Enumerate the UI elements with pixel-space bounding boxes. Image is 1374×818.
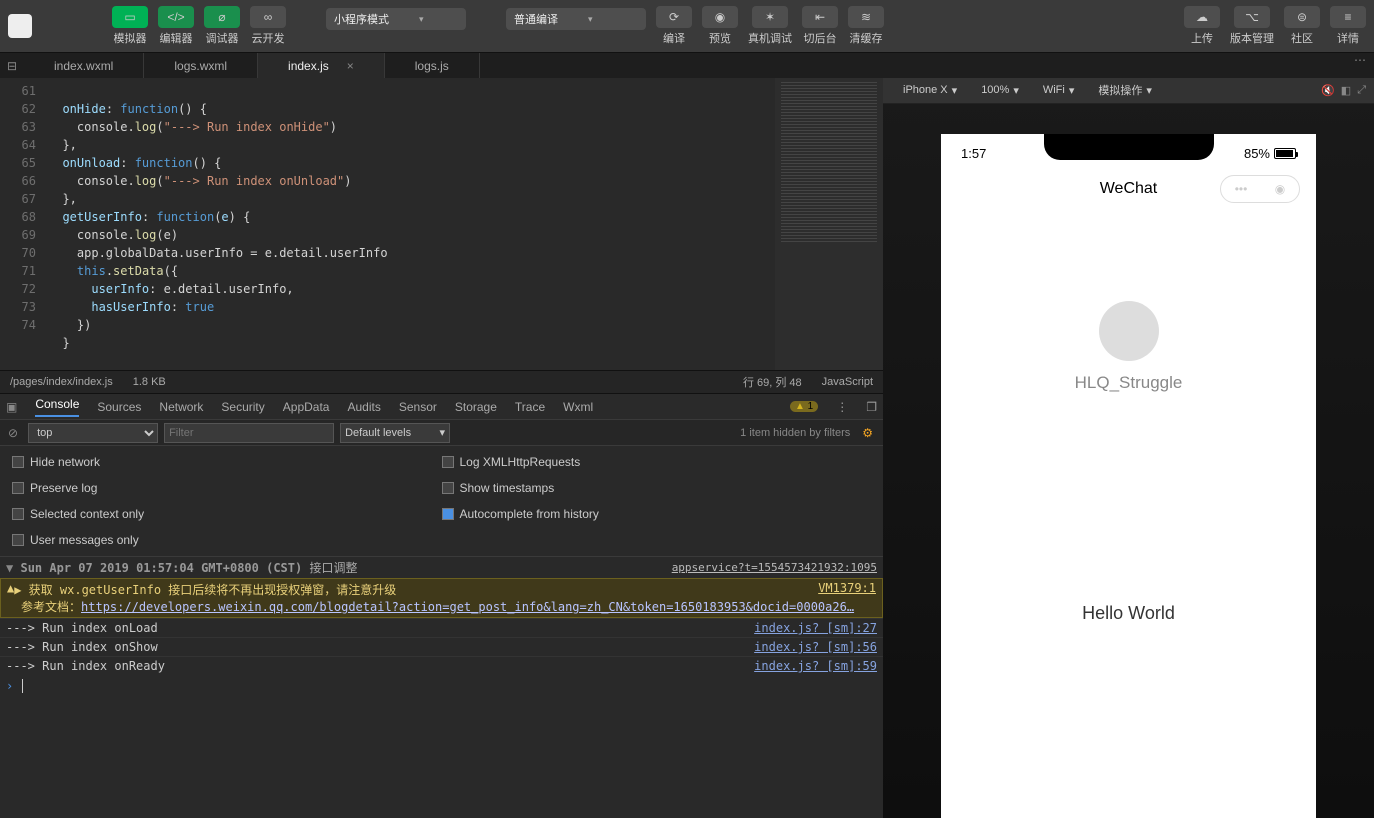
log-source-link[interactable]: index.js? [sm]:59 [754,659,877,673]
cb-selected-context[interactable] [12,508,24,520]
tab-index-js[interactable]: index.js× [258,53,385,78]
background-button[interactable]: ⇤切后台 [802,6,838,46]
app-icon [8,14,32,38]
capsule-close-icon[interactable]: ◉ [1275,182,1285,196]
file-language: JavaScript [822,376,873,388]
minimap[interactable] [775,78,883,370]
devtab-network[interactable]: Network [159,400,203,414]
console-output[interactable]: ▼ Sun Apr 07 2019 01:57:04 GMT+0800 (CST… [0,556,883,818]
filter-input[interactable] [164,423,334,443]
warn-doc-link[interactable]: https://developers.weixin.qq.com/blogdet… [81,600,854,614]
device-select[interactable]: iPhone X▾ [891,84,969,97]
devtab-trace[interactable]: Trace [515,400,545,414]
upload-button[interactable]: ☁上传 [1184,6,1220,46]
debugger-button[interactable]: ⌀调试器 [204,6,240,46]
levels-select[interactable]: Default levels▾ [340,423,450,443]
devtools-dock-icon[interactable]: ❐ [866,400,877,414]
devtab-console[interactable]: Console [35,397,79,417]
console-warning: ▲ ▶ 获取 wx.getUserInfo 接口后续将不再出现授权弹窗，请注意升… [0,578,883,618]
devtools-more-icon[interactable]: ⋮ [836,400,848,414]
simulator-screen[interactable]: 1:57 85% WeChat ••• ◉ HLQ_Struggle Hello … [941,134,1316,818]
zoom-select[interactable]: 100%▾ [969,84,1031,97]
warning-badge[interactable]: ▲ 1 [790,401,818,412]
cb-user-messages[interactable] [12,534,24,546]
devtab-audits[interactable]: Audits [347,400,380,414]
tab-logs-js[interactable]: logs.js [385,53,480,78]
clear-cache-button[interactable]: ≋清缓存 [848,6,884,46]
version-button[interactable]: ⌥版本管理 [1230,6,1274,46]
clear-console-icon[interactable]: ⊘ [4,426,22,440]
network-select[interactable]: WiFi▾ [1031,84,1087,97]
console-group[interactable]: ▼ Sun Apr 07 2019 01:57:04 GMT+0800 (CST… [0,556,883,578]
hello-text: Hello World [941,603,1316,624]
status-battery: 85% [1244,146,1296,161]
line-gutter: 6162636465666768697071727374 [0,78,48,370]
console-log: ---> Run index onReadyindex.js? [sm]:59 [0,656,883,675]
action-select[interactable]: 模拟操作▾ [1086,82,1164,98]
code-body[interactable]: onHide: function() { console.log("---> R… [48,78,775,370]
sim-exit-icon[interactable]: ⤢ [1357,84,1366,97]
tab-index-wxml[interactable]: index.wxml [24,53,144,78]
app-header-title: WeChat [1037,180,1220,198]
hidden-info: 1 item hidden by filters [740,427,850,439]
devtab-sources[interactable]: Sources [97,400,141,414]
devtab-appdata[interactable]: AppData [283,400,330,414]
group-source-link[interactable]: appservice?t=1554573421932:1095 [672,561,877,574]
user-avatar [1099,301,1159,361]
simulator-button[interactable]: ▭模拟器 [112,6,148,46]
code-editor[interactable]: 6162636465666768697071727374 onHide: fun… [0,78,883,370]
cb-autocomplete[interactable] [442,508,454,520]
cb-preserve-log[interactable] [12,482,24,494]
console-log: ---> Run index onLoadindex.js? [sm]:27 [0,618,883,637]
status-time: 1:57 [961,146,986,161]
tab-handle-icon[interactable]: ⊟ [0,53,24,78]
editor-button[interactable]: </>编辑器 [158,6,194,46]
community-button[interactable]: ⊜社区 [1284,6,1320,46]
sim-dock-icon[interactable]: ◧ [1335,84,1357,97]
tab-logs-wxml[interactable]: logs.wxml [144,53,258,78]
file-path: /pages/index/index.js [10,376,113,388]
devtab-security[interactable]: Security [221,400,264,414]
preview-button[interactable]: ◉预览 [702,6,738,46]
cb-log-xhr[interactable] [442,456,454,468]
tab-more-icon[interactable]: ⋯ [1346,53,1374,78]
mode-dropdown[interactable]: 小程序模式▾ [326,8,466,30]
console-prompt[interactable]: › [0,675,883,697]
devtab-sensor[interactable]: Sensor [399,400,437,414]
devtab-storage[interactable]: Storage [455,400,497,414]
details-button[interactable]: ≡详情 [1330,6,1366,46]
sim-mute-icon[interactable]: 🔇 [1321,84,1335,97]
cb-show-timestamps[interactable] [442,482,454,494]
close-icon[interactable]: × [347,59,354,73]
compile-dropdown[interactable]: 普通编译▾ [506,8,646,30]
cb-hide-network[interactable] [12,456,24,468]
cloud-button[interactable]: ∞云开发 [250,6,286,46]
cursor-position: 行 69, 列 48 [743,374,802,390]
console-log: ---> Run index onShowindex.js? [sm]:56 [0,637,883,656]
log-source-link[interactable]: index.js? [sm]:56 [754,640,877,654]
capsule-button[interactable]: ••• ◉ [1220,175,1300,203]
file-size: 1.8 KB [133,376,166,388]
warn-source-link[interactable]: VM1379:1 [818,581,876,598]
user-name: HLQ_Struggle [941,373,1316,393]
context-select[interactable]: top [28,423,158,443]
log-source-link[interactable]: index.js? [sm]:27 [754,621,877,635]
gear-icon[interactable]: ⚙ [862,426,873,440]
capsule-more-icon[interactable]: ••• [1235,182,1248,196]
inspect-icon[interactable]: ▣ [6,400,17,414]
phone-notch [1044,134,1214,160]
remote-debug-button[interactable]: ✶真机调试 [748,6,792,46]
devtab-wxml[interactable]: Wxml [563,400,593,414]
compile-button[interactable]: ⟳编译 [656,6,692,46]
